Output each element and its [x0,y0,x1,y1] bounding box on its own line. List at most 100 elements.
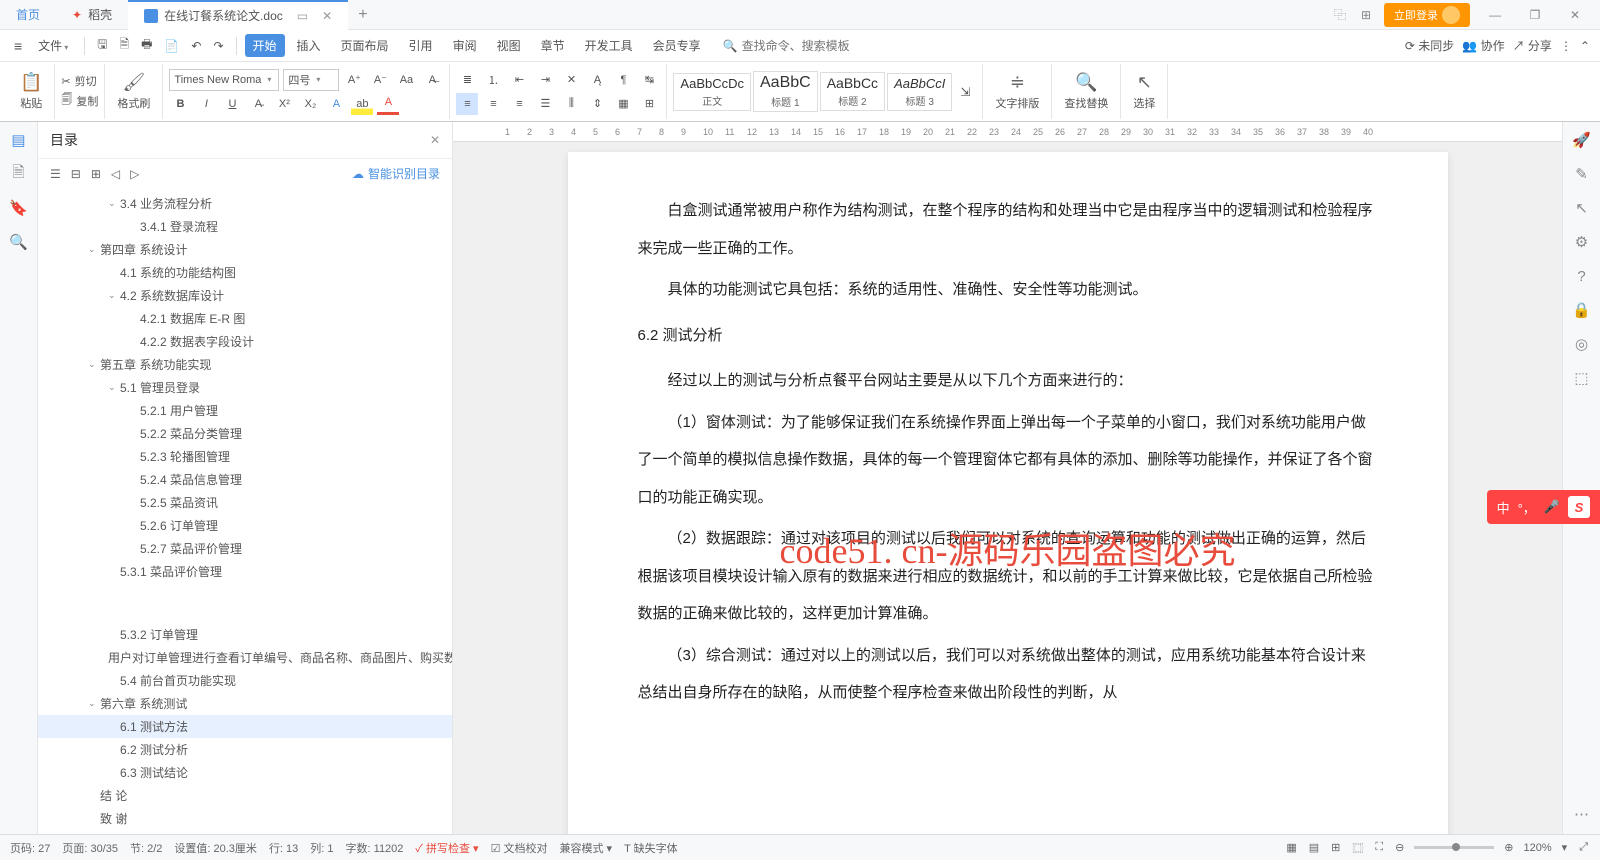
horizontal-ruler[interactable]: 1234567891011121314151617181920212223242… [453,122,1562,142]
maximize-button[interactable]: ❐ [1520,8,1550,22]
text-tools-icon[interactable]: ✕ [560,69,582,91]
showmarks-icon[interactable]: ¶ [612,69,634,91]
toc-item[interactable]: 6.1 测试方法 [38,715,452,738]
toc-item[interactable]: 6.3 测试结论 [38,761,452,784]
more-tools-icon[interactable]: ⋯ [1572,804,1592,824]
bookmark-icon[interactable]: 🔖 [9,198,29,218]
tabs-icon[interactable]: ↹ [638,69,660,91]
view-read-icon[interactable]: ▤ [1307,841,1321,854]
paste-button[interactable]: 📋粘贴 [14,72,48,111]
select-button[interactable]: ↖选择 [1127,72,1161,111]
style-heading1[interactable]: AaBbC标题 1 [753,71,818,112]
zoom-level[interactable]: 120% [1524,842,1552,854]
saveas-icon[interactable]: 🗎 [115,35,133,56]
toc-item[interactable]: 结 论 [38,784,452,807]
redo-icon[interactable]: ↷ [209,39,227,53]
italic-icon[interactable]: I [195,93,217,115]
change-case-icon[interactable]: Aa [395,69,417,91]
toc-item[interactable]: ⌄第五章 系统功能实现 [38,353,452,376]
toc-collapse-icon[interactable]: ⊟ [71,167,81,181]
menu-references[interactable]: 引用 [401,34,441,57]
status-col[interactable]: 列: 1 [310,840,333,856]
numbering-icon[interactable]: ⒈ [482,69,504,91]
copy-button[interactable]: 🗐 复制 [61,91,98,110]
toc-item[interactable]: 4.1 系统的功能结构图 [38,261,452,284]
toc-item[interactable]: 5.2.2 菜品分类管理 [38,422,452,445]
toc-item[interactable]: ⌄5.1 管理员登录 [38,376,452,399]
font-size-select[interactable]: 四号▾ [283,69,339,91]
command-search[interactable]: 🔍 [723,39,882,53]
toc-item[interactable]: 5.2.6 订单管理 [38,514,452,537]
view-outline-icon[interactable]: ⿴ [1350,840,1365,856]
toc-item[interactable]: 5.2.5 菜品资讯 [38,491,452,514]
decrease-indent-icon[interactable]: ⇤ [508,69,530,91]
fit-icon[interactable]: ⤢ [1577,841,1590,854]
spell-check-button[interactable]: ✓ 拼写检查 ▾ [415,840,478,856]
underline-icon[interactable]: U [221,93,243,115]
clear-format-icon[interactable]: A̶ [421,69,443,91]
align-justify-icon[interactable]: ☰ [534,93,556,115]
toc-refresh-icon[interactable]: ☰ [50,167,61,181]
toc-item[interactable]: ⌄4.2 系统数据库设计 [38,284,452,307]
tab-close-icon[interactable]: ✕ [322,9,332,23]
toc-item[interactable]: 5.2.7 菜品评价管理 [38,537,452,560]
settings-icon[interactable]: ⚙ [1572,232,1592,252]
toc-expand-icon[interactable]: ⊞ [91,167,101,181]
tab-add-button[interactable]: + [348,6,377,24]
menu-view[interactable]: 视图 [489,34,529,57]
menu-insert[interactable]: 插入 [289,34,329,57]
borders-icon[interactable]: ⊞ [638,93,660,115]
menu-start[interactable]: 开始 [245,34,285,57]
more-icon[interactable]: ⋮ [1560,39,1572,53]
toc-close-icon[interactable]: ✕ [430,133,440,147]
zoom-out-icon[interactable]: ⊖ [1393,841,1406,854]
toc-item[interactable]: 5.2.1 用户管理 [38,399,452,422]
subscript-icon[interactable]: X₂ [299,93,321,115]
style-normal[interactable]: AaBbCcDc正文 [673,73,751,111]
status-setvalue[interactable]: 设置值: 20.3厘米 [174,840,257,856]
toc-right-icon[interactable]: ▷ [130,167,139,181]
unsynced-status[interactable]: ⟳ 未同步 [1405,37,1454,54]
cut-button[interactable]: ✂ 剪切 [61,73,98,89]
decrease-font-icon[interactable]: A⁻ [369,69,391,91]
print-icon[interactable]: 🖶 [137,35,156,56]
page-icon[interactable]: 🗎 [9,164,29,184]
distribute-icon[interactable]: ⫼ [560,93,582,115]
status-page[interactable]: 页面: 30/35 [62,840,118,856]
sort-icon[interactable]: Ą [586,69,608,91]
target-icon[interactable]: ◎ [1572,334,1592,354]
close-button[interactable]: ✕ [1560,8,1590,22]
line-spacing-icon[interactable]: ⇕ [586,93,608,115]
toc-item[interactable]: 用户对订单管理进行查看订单编号、商品名称、商品图片、购买数量... [38,646,452,669]
save-icon[interactable]: 🖫 [93,35,111,56]
search-input[interactable] [742,39,882,53]
undo-icon[interactable]: ↶ [187,39,205,53]
tab-daoke[interactable]: ✦稻壳 [56,0,128,30]
toc-item[interactable]: ⌄第六章 系统测试 [38,692,452,715]
search-panel-icon[interactable]: 🔍 [9,232,29,252]
document-page[interactable]: 白盒测试通常被用户称作为结构测试，在整个程序的结构和处理当中它是由程序当中的逻辑… [568,152,1448,834]
missing-font-button[interactable]: T 缺失字体 [624,840,678,856]
toc-item[interactable]: 5.3.1 菜品评价管理 [38,560,452,583]
superscript-icon[interactable]: X² [273,93,295,115]
increase-indent-icon[interactable]: ⇥ [534,69,556,91]
hamburger-icon[interactable]: ≡ [10,38,26,54]
menu-member[interactable]: 会员专享 [645,34,709,57]
view-web-icon[interactable]: ⊞ [1329,841,1342,854]
toc-item[interactable]: 致 谢 [38,807,452,830]
collapse-ribbon-icon[interactable]: ⌃ [1580,39,1590,53]
align-left-icon[interactable]: ≡ [456,93,478,115]
style-heading2[interactable]: AaBbCc标题 2 [820,72,885,111]
tab-menu-icon[interactable]: ▭ [297,9,308,23]
bold-icon[interactable]: B [169,93,191,115]
align-center-icon[interactable]: ≡ [482,93,504,115]
zoom-in-icon[interactable]: ⊕ [1502,841,1515,854]
toc-item[interactable]: 4.2.2 数据表字段设计 [38,330,452,353]
status-page-code[interactable]: 页码: 27 [10,840,50,856]
tab-home[interactable]: 首页 [0,0,56,30]
toc-left-icon[interactable]: ◁ [111,167,120,181]
text-layout-button[interactable]: ≑文字排版 [989,72,1045,111]
align-right-icon[interactable]: ≡ [508,93,530,115]
menu-devtools[interactable]: 开发工具 [577,34,641,57]
help-icon[interactable]: ? [1572,266,1592,286]
